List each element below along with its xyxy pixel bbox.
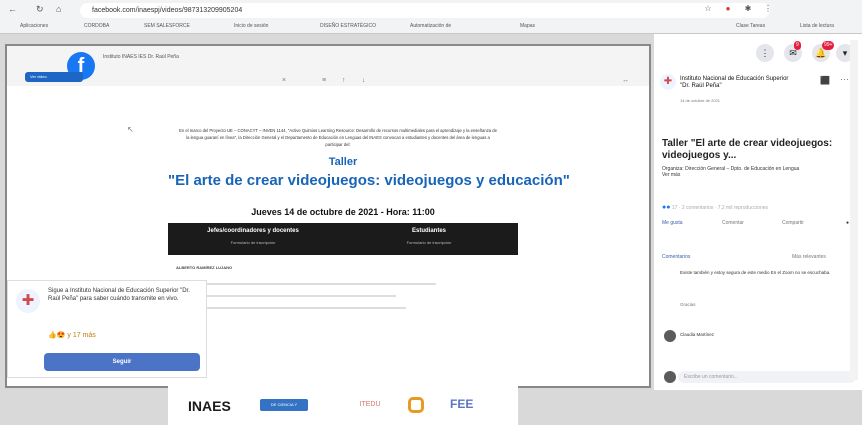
page-avatar: ✚	[16, 289, 40, 313]
commenter-name[interactable]: Claudia Martínez	[680, 332, 714, 338]
menu-grid-icon[interactable]: ⋮	[756, 44, 774, 62]
puzzle-icon[interactable]: ✱	[742, 3, 754, 15]
blur-text-line	[176, 283, 436, 285]
sidebar-scrollbar[interactable]	[850, 40, 858, 380]
bookmark-item[interactable]: Inicio de sesión	[234, 23, 268, 29]
col-2-title: Estudiantes	[411, 228, 446, 234]
taller-title: Taller	[328, 156, 358, 168]
logo-box: DE CIENCIA Y TECNOLOGÍA	[260, 399, 308, 419]
post-sidebar: ⋮ ✉ 9 🔔 99+ ▾ ✚ Instituto Nacional de Educ…	[654, 34, 862, 390]
bookmark-item[interactable]: Mapas	[520, 23, 535, 29]
speaker-name: ALBERTO RAMÍREZ LUJANO	[176, 265, 233, 270]
registration-row: Jefes/coordinadores y docentes Formulari…	[168, 223, 518, 255]
video-header: f Instituto INAES IES Dr. Raúl Peña Ver …	[7, 46, 649, 134]
comment-input[interactable]: Escribe un comentario...	[678, 371, 856, 383]
comments-header: Comentarios Más relevantes	[662, 254, 856, 260]
page-avatar-small[interactable]: ✚	[660, 74, 676, 90]
ver-mas-link[interactable]: Ver más	[662, 172, 680, 178]
follow-button[interactable]: Seguir	[44, 353, 200, 371]
back-icon[interactable]: ←	[8, 4, 17, 14]
notifications-icon[interactable]: 🔔 99+	[812, 41, 835, 62]
address-bar[interactable]: facebook.com/inaespj/videos/987313209905…	[80, 3, 770, 18]
follow-card: ✚ Sigue a Instituto Nacional de Educació…	[7, 280, 207, 378]
tool-icon-5[interactable]: ↔	[622, 77, 629, 84]
tool-icon-4[interactable]: ↓	[362, 77, 366, 84]
orange-logo-icon	[408, 397, 424, 413]
save-icon[interactable]: ⬛	[820, 76, 830, 85]
comments-label[interactable]: Comentarios	[662, 254, 690, 260]
col-1-title: Jefes/coordinadores y docentes	[207, 228, 299, 234]
messenger-icon[interactable]: ✉ 9	[784, 41, 802, 62]
event-date: Jueves 14 de octubre de 2021 - Hora: 11:…	[251, 207, 435, 217]
intro-text: En el marco del Proyecto UE – CONACYT – …	[179, 128, 497, 147]
bookmark-item[interactable]: CORDOBA	[84, 23, 109, 29]
page-profile-row: ✚ Instituto Nacional de Educación Superi…	[660, 74, 856, 114]
event-title: "El arte de crear videojuegos: videojueg…	[168, 172, 570, 189]
page-meta: 14 de octubre de 2021	[680, 98, 721, 103]
inaes-logo: INAES	[188, 398, 231, 414]
cursor-icon: ↖	[127, 125, 134, 134]
extension-icon[interactable]: ●	[722, 3, 734, 15]
left-pill-button[interactable]: Ver video	[25, 72, 83, 82]
follow-text: Sigue a Instituto Nacional de Educación …	[48, 288, 190, 302]
like-button[interactable]: Me gusta	[662, 220, 683, 226]
col-2-sub: Formulario de inscripción	[406, 240, 452, 245]
bookmark-item[interactable]: Aplicaciones	[20, 23, 48, 29]
like-reaction-icon: ●●	[662, 204, 671, 211]
col-1-sub: Formulario de inscripción	[230, 240, 276, 245]
reactions-row: 👍😍 y 17 más	[48, 332, 96, 339]
tool-icon-3[interactable]: ↑	[342, 77, 346, 84]
video-panel: f Instituto INAES IES Dr. Raúl Peña Ver …	[5, 44, 651, 425]
bookmark-item[interactable]: Automatización de	[410, 23, 451, 29]
organiza-line: Organiza: Dirección General – Dpto. de E…	[662, 166, 800, 172]
logos-row: INAES DE CIENCIA Y TECNOLOGÍA ITEDU FEE	[168, 393, 518, 419]
more-options-icon[interactable]: ⋯	[840, 74, 849, 85]
comment-button[interactable]: Comentar	[722, 220, 744, 226]
share-button[interactable]: Compartir	[782, 220, 804, 226]
organiza-text: Organiza: Dirección General – Dpto. de E…	[662, 166, 856, 178]
star-icon[interactable]: ☆	[702, 3, 714, 15]
comment-1: Existe también y estoy segura de este me…	[680, 270, 831, 275]
reactions-text[interactable]: 17 · 2 comentarios · 7,2 mil reproduccio…	[672, 205, 768, 211]
comment-sort[interactable]: Más relevantes	[792, 254, 826, 260]
bookmark-item[interactable]: DISEÑO ESTRATÉGICO	[320, 23, 376, 29]
commenter-avatar[interactable]	[664, 330, 676, 342]
header-icons: ⋮ ✉ 9 🔔 99+ ▾	[660, 40, 856, 68]
event-flyer: En el marco del Proyecto UE – CONACYT – …	[168, 107, 570, 425]
bookmarks-bar: Aplicaciones CORDOBA SEM SALESFORCE Inic…	[0, 20, 862, 34]
current-user-avatar	[664, 371, 676, 383]
page-name[interactable]: Instituto Nacional de Educación Superior…	[680, 76, 790, 90]
menu-icon[interactable]: ⋮	[762, 3, 774, 15]
home-icon[interactable]: ⌂	[56, 4, 61, 14]
bookmark-item[interactable]: SEM SALESFORCE	[144, 23, 190, 29]
logo-box: ITEDU	[348, 399, 392, 411]
tool-icon-1[interactable]: ×	[282, 77, 286, 84]
post-title: Taller "El arte de crear videojuegos: vi…	[662, 138, 833, 161]
tool-icon-2[interactable]: ≡	[322, 77, 326, 84]
share-menu-icon[interactable]: ●	[846, 220, 849, 226]
reload-icon[interactable]: ↻	[36, 4, 44, 15]
comment-2: Gracias	[680, 302, 696, 307]
blur-text-line	[176, 295, 396, 297]
blur-text-line	[176, 307, 406, 309]
browser-toolbar: ← ↻ ⌂ facebook.com/inaespj/videos/987313…	[0, 0, 862, 20]
bookmark-item[interactable]: Lista de lectura	[800, 23, 834, 29]
col-1[interactable]: Jefes/coordinadores y docentes Formulari…	[168, 228, 338, 245]
col-2[interactable]: Estudiantes Formulario de inscripción	[344, 228, 514, 245]
bookmark-item[interactable]: Clase Tareas	[736, 23, 765, 29]
reactions-summary: ●● 17 · 2 comentarios · 7,2 mil reproduc…	[662, 204, 856, 211]
fee-logo: FEE	[450, 397, 474, 411]
video-header-text: Instituto INAES IES Dr. Raúl Peña	[103, 54, 179, 60]
